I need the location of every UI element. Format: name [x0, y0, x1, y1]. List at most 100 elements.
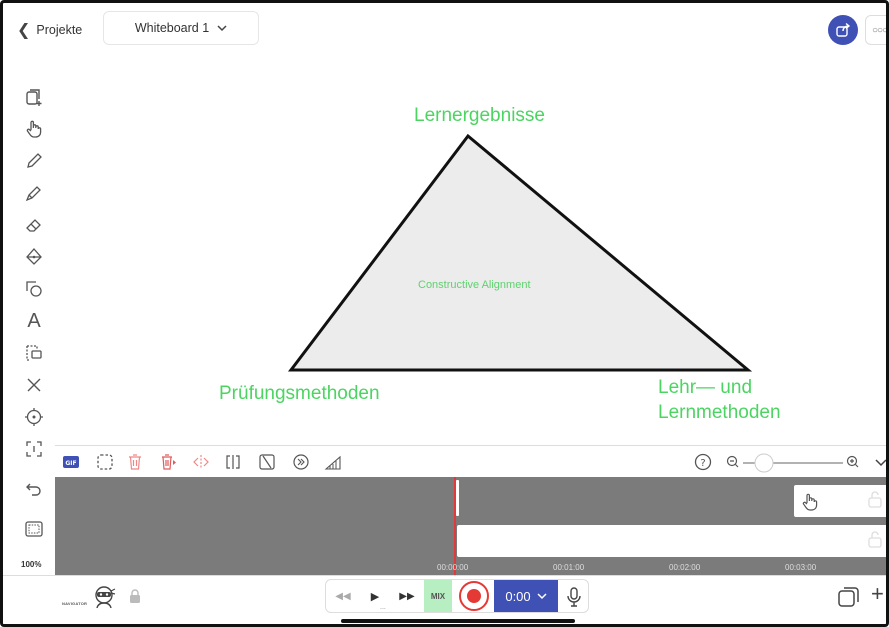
- pen-tool[interactable]: [15, 147, 53, 175]
- timeline-tracks[interactable]: [55, 477, 886, 575]
- label-pruefungsmethoden: Prüfungsmethoden: [219, 383, 380, 404]
- microphone-icon[interactable]: [564, 586, 584, 608]
- trash-icon: [129, 454, 141, 470]
- volume-button[interactable]: [323, 452, 343, 472]
- time-dropdown[interactable]: 0:00: [494, 580, 558, 612]
- laser-icon: [25, 408, 43, 426]
- chevron-down-icon: [217, 24, 227, 31]
- play-icon: ▶: [370, 590, 380, 603]
- tick-label: 00:00:00: [437, 563, 469, 572]
- speed-button[interactable]: [291, 452, 311, 472]
- app-window: ❮ Projekte Whiteboard 1 ○○○ A 100% Lerne…: [0, 0, 889, 627]
- label-lernergebnisse: Lernergebnisse: [414, 105, 545, 126]
- slider-thumb[interactable]: [754, 453, 774, 473]
- zoom-in-timeline-icon[interactable]: [843, 452, 863, 472]
- crop-tool[interactable]: [15, 435, 53, 463]
- hand-pointer-icon: [802, 493, 818, 511]
- zoom-out-timeline-icon[interactable]: [723, 452, 743, 472]
- trim-button[interactable]: [223, 452, 243, 472]
- unlock-icon[interactable]: [866, 489, 884, 509]
- add-page-tool[interactable]: [15, 83, 53, 111]
- add-page-icon: [26, 89, 42, 106]
- label-constructive-alignment: Constructive Alignment: [418, 279, 531, 291]
- select-icon: [26, 345, 42, 361]
- playhead-handle[interactable]: [456, 480, 459, 516]
- frame-icon: [25, 521, 43, 537]
- svg-text:?: ?: [700, 458, 705, 469]
- trash-forward-icon: [162, 454, 176, 470]
- select-clip-button[interactable]: [95, 452, 115, 472]
- lock-icon[interactable]: [128, 588, 142, 604]
- trash-button[interactable]: [125, 452, 145, 472]
- marker-icon: [25, 186, 41, 202]
- zoom-percentage: 100%: [21, 560, 42, 569]
- delete-tool[interactable]: [15, 371, 53, 399]
- shapes-tool[interactable]: [15, 275, 53, 303]
- hand-tool[interactable]: [15, 115, 53, 143]
- hand-icon: [26, 120, 42, 138]
- eraser-icon: [26, 219, 41, 232]
- dashed-select-icon: [97, 454, 113, 470]
- back-label: Projekte: [36, 23, 83, 37]
- split-icon: [193, 455, 209, 469]
- trim-icon: [226, 455, 240, 469]
- eraser-tool[interactable]: [15, 211, 53, 239]
- mix-button[interactable]: MIX: [424, 580, 452, 612]
- fast-forward-button[interactable]: ▶▶: [396, 580, 418, 612]
- more-dots-icon: ○○○: [872, 24, 888, 36]
- plus-icon: +: [871, 581, 884, 606]
- tick-label: 00:03:00: [785, 563, 817, 572]
- help-button[interactable]: ?: [693, 452, 713, 472]
- undo-icon: [26, 483, 41, 496]
- text-icon: A: [27, 309, 41, 332]
- tick-label: 00:01:00: [553, 563, 585, 572]
- svg-text:GIF: GIF: [65, 460, 76, 467]
- layers-icon[interactable]: [837, 585, 861, 609]
- transition-icon: [259, 454, 275, 470]
- chevron-left-icon: ❮: [17, 22, 31, 39]
- audio-track[interactable]: [457, 525, 886, 557]
- label-lehr-und: Lehr— und: [658, 377, 753, 398]
- navigator-label: NAVIGATOR: [62, 601, 88, 606]
- back-to-projects-button[interactable]: ❮ Projekte: [17, 15, 82, 45]
- help-icon: ?: [694, 453, 712, 471]
- split-button[interactable]: [191, 452, 211, 472]
- chevron-down-icon: [875, 459, 886, 467]
- add-button[interactable]: +: [871, 581, 884, 607]
- more-options-button[interactable]: ○○○: [865, 15, 888, 45]
- crop-icon: [26, 441, 42, 457]
- record-button[interactable]: [458, 581, 490, 611]
- collapse-timeline-button[interactable]: [871, 452, 886, 472]
- more-dots: ...: [380, 604, 386, 611]
- share-button[interactable]: [828, 15, 858, 45]
- frame-tool[interactable]: [15, 515, 53, 543]
- marker-tool[interactable]: [15, 179, 53, 207]
- home-indicator: [341, 619, 575, 623]
- undo-tool[interactable]: [15, 475, 53, 503]
- shapes-icon: [26, 281, 42, 297]
- unlock-icon[interactable]: [866, 529, 884, 549]
- zoom-out-icon: [726, 455, 739, 468]
- fill-tool[interactable]: [15, 243, 53, 271]
- text-tool[interactable]: A: [15, 307, 53, 335]
- timeline-toolbar: GIF ?: [55, 445, 886, 477]
- timeline-zoom-slider[interactable]: [743, 453, 843, 473]
- gif-button[interactable]: GIF: [61, 452, 81, 472]
- select-tool[interactable]: [15, 339, 53, 367]
- rewind-button[interactable]: ◀◀: [332, 580, 354, 612]
- trash-forward-button[interactable]: [159, 452, 179, 472]
- whiteboard-canvas[interactable]: Lernergebnisse Prüfungsmethoden Lehr— un…: [55, 53, 886, 443]
- transition-button[interactable]: [257, 452, 277, 472]
- rewind-icon: ◀◀: [335, 590, 351, 602]
- delete-icon: [27, 378, 41, 392]
- laser-tool[interactable]: [15, 403, 53, 431]
- board-title-dropdown[interactable]: Whiteboard 1: [103, 11, 259, 45]
- gif-icon: GIF: [63, 456, 79, 468]
- speed-icon: [293, 454, 309, 470]
- ninja-avatar-icon[interactable]: [91, 584, 117, 610]
- transport-controls: ◀◀ ▶ ... ▶▶ MIX 0:00: [325, 579, 589, 613]
- label-lernmethoden: Lernmethoden: [658, 402, 781, 423]
- time-display: 0:00: [505, 588, 531, 604]
- share-icon: [836, 22, 851, 37]
- fast-forward-icon: ▶▶: [399, 590, 415, 602]
